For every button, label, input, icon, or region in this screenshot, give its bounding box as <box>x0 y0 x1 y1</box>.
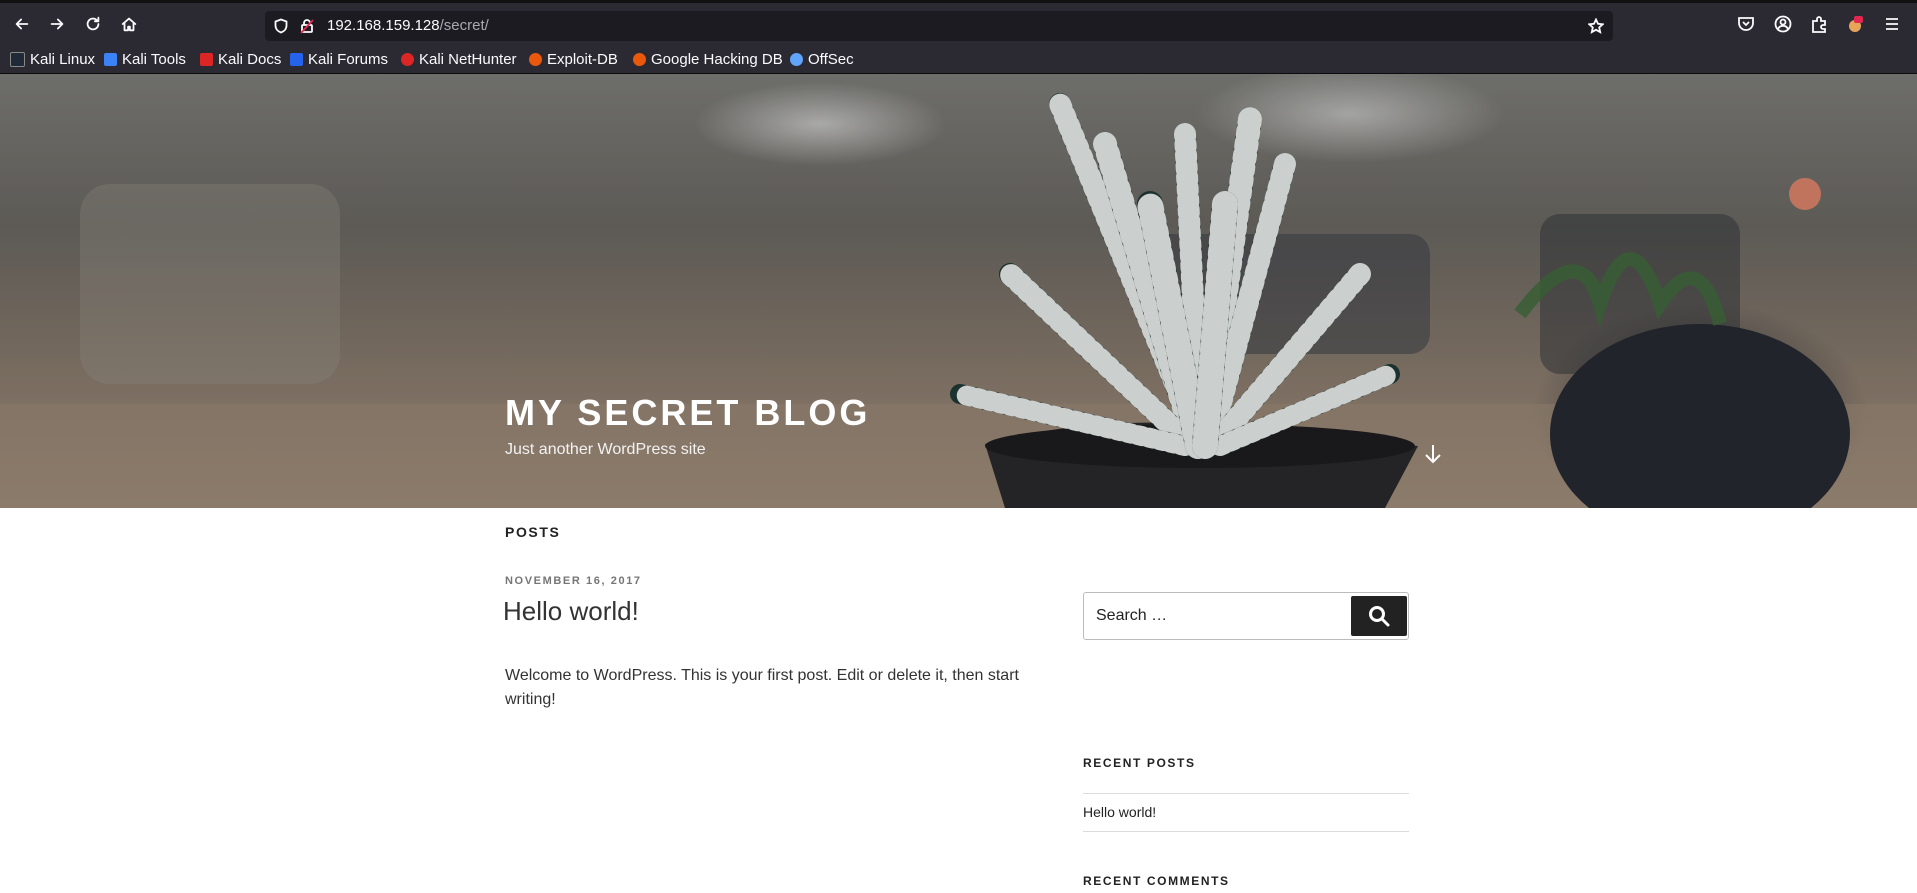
bookmark-kali-nethunter[interactable]: Kali NetHunter <box>401 49 517 69</box>
url-bar[interactable]: 192.168.159.128/secret/ <box>265 11 1613 41</box>
reload-icon <box>86 16 100 31</box>
bookmark-offsec[interactable]: OffSec <box>790 49 854 69</box>
pocket-icon[interactable] <box>1737 15 1757 35</box>
search-form <box>1083 592 1409 640</box>
reload-button[interactable] <box>82 13 104 35</box>
bookmark-label: Kali Docs <box>218 50 282 68</box>
post-title[interactable]: Hello world! <box>503 596 639 627</box>
post-body: Welcome to WordPress. This is your first… <box>505 667 1019 708</box>
kali-linux-icon <box>10 51 25 67</box>
bookmark-kali-forums[interactable]: Kali Forums <box>290 49 388 69</box>
bookmark-kali-linux[interactable]: Kali Linux <box>10 49 95 69</box>
kali-docs-icon <box>200 52 213 66</box>
post-date[interactable]: NOVEMBER 16, 2017 <box>505 575 642 587</box>
back-button[interactable] <box>11 13 33 35</box>
kali-tools-icon <box>104 52 117 66</box>
bookmark-label: Kali Tools <box>122 50 186 68</box>
url-text[interactable]: 192.168.159.128/secret/ <box>327 17 489 34</box>
lock-warning-icon[interactable] <box>299 18 315 34</box>
bookmark-label: OffSec <box>808 50 854 68</box>
search-icon <box>1369 606 1390 627</box>
account-icon[interactable] <box>1774 15 1794 35</box>
bookmark-label: Google Hacking DB <box>651 50 783 68</box>
bookmark-label: Kali Linux <box>30 50 96 68</box>
recent-posts-list: Hello world! <box>1083 793 1409 832</box>
search-input[interactable] <box>1084 593 1350 639</box>
site-title[interactable]: MY SECRET BLOG <box>505 392 870 434</box>
url-host: 192.168.159.128 <box>327 17 440 34</box>
arrow-down-icon <box>1425 445 1441 464</box>
bookmark-label: Kali Forums <box>308 50 389 68</box>
home-button[interactable] <box>118 13 140 35</box>
offsec-icon <box>790 52 803 66</box>
extensions-icon[interactable] <box>1810 15 1830 35</box>
forward-button[interactable] <box>46 13 68 35</box>
url-path: /secret/ <box>439 17 489 34</box>
site-description: Just another WordPress site <box>505 441 706 458</box>
plant-illustration <box>0 74 1917 508</box>
posts-heading: POSTS <box>505 524 561 540</box>
bookmarks-toolbar: Kali Linux Kali Tools Kali Docs Kali For… <box>0 44 1917 74</box>
header-hero-image: MY SECRET BLOG Just another WordPress si… <box>0 74 1917 508</box>
home-icon <box>121 17 137 32</box>
scroll-down-button[interactable] <box>1422 442 1444 466</box>
kali-nethunter-icon <box>401 52 414 66</box>
shield-icon[interactable] <box>273 18 289 34</box>
recent-posts-title: RECENT POSTS <box>1083 756 1196 770</box>
google-hacking-db-icon <box>633 52 646 66</box>
forward-arrow-icon <box>50 18 64 30</box>
recent-comments-title: RECENT COMMENTS <box>1083 874 1230 888</box>
search-button[interactable] <box>1351 596 1407 636</box>
addon-badge-icon[interactable] <box>1846 15 1866 35</box>
web-page: MY SECRET BLOG Just another WordPress si… <box>0 74 1917 893</box>
bookmark-kali-tools[interactable]: Kali Tools <box>104 49 186 69</box>
bookmark-label: Kali NetHunter <box>419 50 517 68</box>
menu-icon[interactable] <box>1883 15 1903 35</box>
bookmark-kali-docs[interactable]: Kali Docs <box>200 49 281 69</box>
browser-toolbar: 192.168.159.128/secret/ <box>0 0 1917 44</box>
bookmark-google-hacking-db[interactable]: Google Hacking DB <box>633 49 783 69</box>
back-arrow-icon <box>15 18 29 30</box>
recent-post-link[interactable]: Hello world! <box>1083 804 1156 820</box>
bookmark-exploit-db[interactable]: Exploit-DB <box>529 49 618 69</box>
bookmark-star-icon[interactable] <box>1587 17 1605 34</box>
bookmark-label: Exploit-DB <box>547 50 618 68</box>
kali-forums-icon <box>290 52 303 66</box>
exploit-db-icon <box>529 52 542 66</box>
